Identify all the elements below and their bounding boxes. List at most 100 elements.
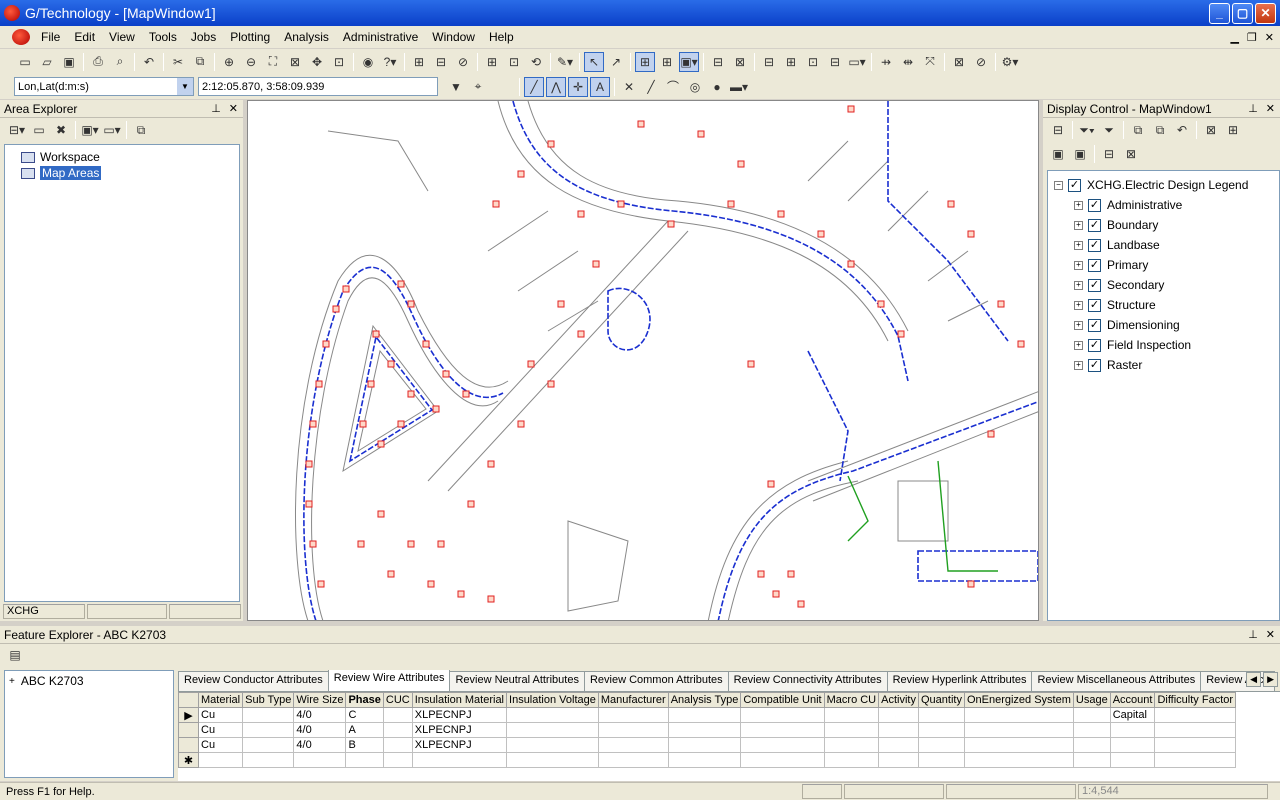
pin-icon[interactable]: ⊥: [211, 102, 221, 115]
filled-circle-icon[interactable]: ●: [707, 77, 727, 97]
window-icon[interactable]: ▣▾: [80, 120, 100, 140]
tab-review-wire-attributes[interactable]: Review Wire Attributes: [327, 670, 451, 691]
tree-item-map-areas[interactable]: Map Areas: [21, 165, 239, 181]
column-header[interactable]: Usage: [1072, 692, 1111, 708]
new-row[interactable]: ✱: [178, 752, 1237, 768]
layer-checkbox[interactable]: ✓: [1088, 278, 1101, 292]
filter-icon[interactable]: ⏷▾: [1077, 120, 1097, 140]
table-cell[interactable]: [1109, 752, 1156, 768]
layer-item-field-inspection[interactable]: + ✓ Field Inspection: [1074, 335, 1279, 355]
report-icon[interactable]: ⊟: [825, 52, 845, 72]
menu-window[interactable]: Window: [425, 30, 482, 44]
table-cell[interactable]: [963, 752, 1074, 768]
style-icon[interactable]: ⊟: [1099, 144, 1119, 164]
column-header[interactable]: Insulation Material: [411, 692, 508, 708]
legend-root-checkbox[interactable]: ✓: [1068, 178, 1081, 192]
tab-review-miscellaneous-attributes[interactable]: Review Miscellaneous Attributes: [1031, 671, 1202, 691]
table-cell[interactable]: Cu: [197, 707, 244, 723]
zoom-out-icon[interactable]: ⊖: [241, 52, 261, 72]
frame-icon[interactable]: ▭▾: [102, 120, 122, 140]
snap-icon[interactable]: ✛: [568, 76, 588, 97]
expand-icon[interactable]: +: [1074, 340, 1083, 350]
query-icon[interactable]: ⊟: [708, 52, 728, 72]
menu-file[interactable]: File: [34, 30, 67, 44]
layer-item-primary[interactable]: + ✓ Primary: [1074, 255, 1279, 275]
row-selector[interactable]: [178, 722, 199, 738]
table-cell[interactable]: XLPECNPJ: [411, 707, 508, 723]
new-icon[interactable]: ▭: [15, 52, 35, 72]
layer-item-secondary[interactable]: + ✓ Secondary: [1074, 275, 1279, 295]
line-tool-icon[interactable]: ⇸: [876, 52, 896, 72]
break-icon[interactable]: ⤧: [920, 52, 940, 72]
table-cell[interactable]: [1154, 722, 1237, 738]
layer-checkbox[interactable]: ✓: [1088, 258, 1101, 272]
line-style-icon[interactable]: ▬▾: [729, 77, 749, 97]
table-cell[interactable]: [667, 707, 742, 723]
table-cell[interactable]: [740, 752, 825, 768]
table-cell[interactable]: [823, 707, 880, 723]
column-header[interactable]: Phase: [345, 692, 384, 708]
comment-icon[interactable]: ▭: [29, 120, 49, 140]
close-button[interactable]: ✕: [1255, 2, 1276, 24]
layer-checkbox[interactable]: ✓: [1088, 198, 1101, 212]
table-cell[interactable]: [667, 737, 742, 753]
table-cell[interactable]: [1109, 737, 1156, 753]
zoom-in-icon[interactable]: ⊕: [219, 52, 239, 72]
menu-administrative[interactable]: Administrative: [336, 30, 425, 44]
table-cell[interactable]: [917, 752, 965, 768]
table-cell[interactable]: Capital: [1109, 707, 1156, 723]
table-cell[interactable]: [242, 707, 295, 723]
column-header[interactable]: Analysis Type: [667, 692, 742, 708]
legend-copy-icon[interactable]: ⧉: [1128, 120, 1148, 140]
open-icon[interactable]: ▱: [37, 52, 57, 72]
maximize-button[interactable]: ▢: [1232, 2, 1253, 24]
column-header[interactable]: Sub Type: [242, 692, 295, 708]
undo-icon[interactable]: ↶: [139, 52, 159, 72]
mdi-close-button[interactable]: ✕: [1265, 31, 1274, 44]
table-cell[interactable]: Cu: [197, 737, 244, 753]
table-cell[interactable]: [823, 737, 880, 753]
table-cell[interactable]: 4/0: [293, 707, 347, 723]
layer-checkbox[interactable]: ✓: [1088, 298, 1101, 312]
layer-checkbox[interactable]: ✓: [1088, 238, 1101, 252]
edit-feature-icon[interactable]: ⊟: [431, 52, 451, 72]
tab-review-neutral-attributes[interactable]: Review Neutral Attributes: [449, 671, 585, 691]
table-cell[interactable]: [823, 722, 880, 738]
table-cell[interactable]: [506, 737, 599, 753]
analysis-icon[interactable]: ▭▾: [847, 52, 867, 72]
chevron-down-icon[interactable]: ▼: [177, 78, 193, 95]
layer-checkbox[interactable]: ✓: [1088, 318, 1101, 332]
intersect-icon[interactable]: ✕: [619, 77, 639, 97]
layer-item-dimensioning[interactable]: + ✓ Dimensioning: [1074, 315, 1279, 335]
line-tool2-icon[interactable]: ⇹: [898, 52, 918, 72]
zoom-previous-icon[interactable]: ⊡: [329, 52, 349, 72]
close-icon[interactable]: ✕: [1266, 628, 1275, 641]
trace-icon[interactable]: ⊞: [781, 52, 801, 72]
column-header[interactable]: CUC: [382, 692, 413, 708]
table-cell[interactable]: [963, 707, 1074, 723]
table-cell[interactable]: [242, 722, 295, 738]
table-cell[interactable]: [242, 752, 295, 768]
column-header[interactable]: OnEnergized System: [963, 692, 1074, 708]
column-header[interactable]: Insulation Voltage: [506, 692, 599, 708]
table-cell[interactable]: [878, 752, 919, 768]
table-cell[interactable]: [382, 722, 413, 738]
table-cell[interactable]: [1072, 722, 1111, 738]
layer-checkbox[interactable]: ✓: [1088, 338, 1101, 352]
tab-scroll-right-icon[interactable]: ▶: [1263, 672, 1278, 687]
table-cell[interactable]: [506, 722, 599, 738]
display-on-icon[interactable]: ▣: [1048, 144, 1068, 164]
table-cell[interactable]: [917, 737, 965, 753]
draw-line-icon[interactable]: ╱: [524, 76, 544, 97]
select-fence-icon[interactable]: ⊞: [657, 52, 677, 72]
layer-item-structure[interactable]: + ✓ Structure: [1074, 295, 1279, 315]
pin-icon[interactable]: ⊥: [1248, 102, 1258, 115]
clear-filter-icon[interactable]: ⏷: [1099, 120, 1119, 140]
expand-icon[interactable]: +: [9, 676, 15, 687]
table-cell[interactable]: [917, 722, 965, 738]
print-icon[interactable]: ⎙: [88, 52, 108, 72]
select-pointer-icon[interactable]: ↖: [584, 51, 604, 72]
expand-icon[interactable]: +: [1074, 240, 1083, 250]
table-cell[interactable]: C: [345, 707, 384, 723]
menu-tools[interactable]: Tools: [142, 30, 184, 44]
